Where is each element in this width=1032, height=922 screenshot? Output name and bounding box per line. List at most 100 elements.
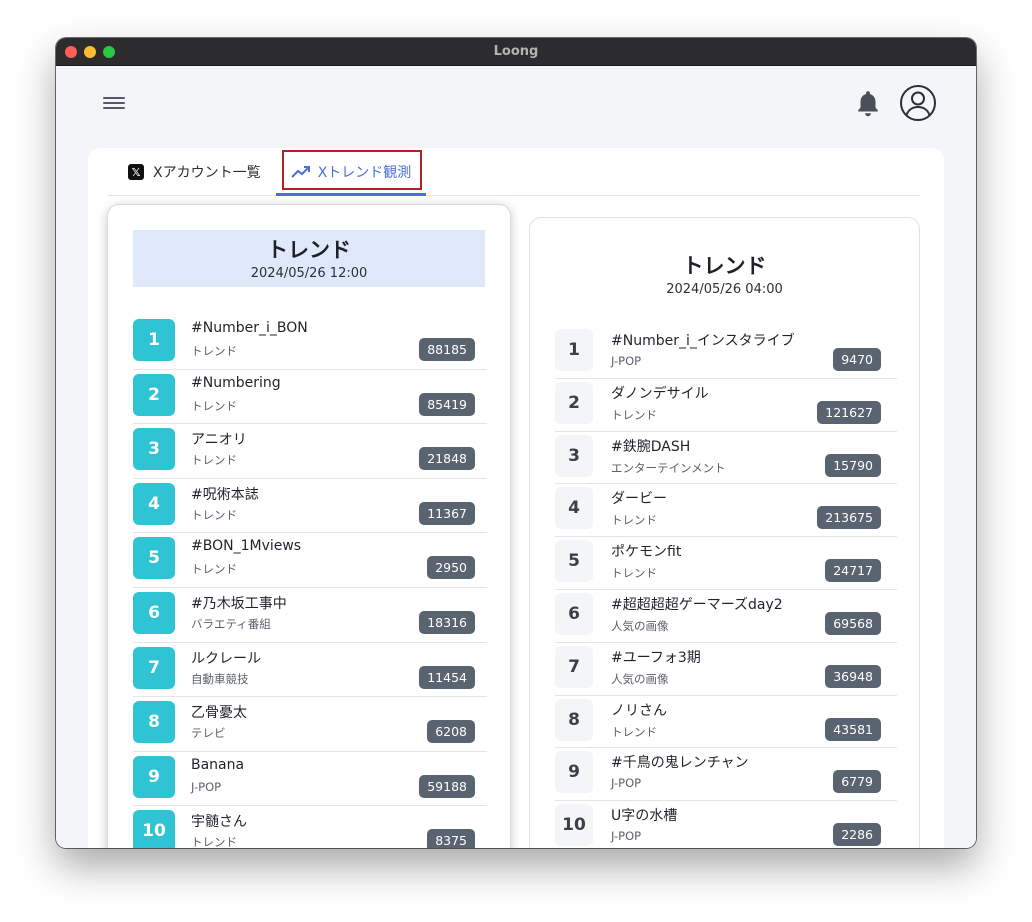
tweet-count-badge: 6779	[833, 770, 881, 794]
trend-row[interactable]: 1 #Number_i_BON トレンド 88185	[133, 315, 487, 370]
tweet-count-badge: 6208	[427, 720, 475, 744]
trend-category: 自動車競技	[191, 671, 249, 686]
trend-row[interactable]: 7 ルクレール 自動車競技 11454	[133, 643, 487, 698]
card-header: トレンド 2024/05/26 12:00	[133, 230, 485, 287]
tweet-count-badge: 11454	[419, 665, 475, 689]
trend-name: ポケモンfit	[611, 544, 682, 561]
rank-badge: 9	[555, 751, 593, 794]
trend-category: トレンド	[191, 562, 237, 577]
trend-name: アニオリ	[191, 432, 247, 449]
rank-badge: 7	[133, 646, 175, 689]
trend-category: トレンド	[611, 407, 657, 422]
trend-row[interactable]: 2 ダノンデサイル トレンド 121627	[555, 379, 897, 432]
main-panel: 𝕏 Xアカウント一覧 Xトレンド観測 トレンド 2024/05/26 12:00…	[88, 148, 944, 848]
app-window: Loong 𝕏 Xアカウント一覧 Xトレンド観測 トレンド 2024/05/26…	[56, 38, 976, 848]
tab-x-trends[interactable]: Xトレンド観測	[276, 148, 426, 196]
tweet-count-badge: 121627	[817, 400, 881, 424]
tweet-count-badge: 2286	[833, 823, 881, 847]
tweet-count-badge: 9470	[833, 348, 881, 371]
trend-row[interactable]: 4 ダービー トレンド 213675	[555, 484, 897, 538]
trend-card-current: トレンド 2024/05/26 12:00 1 #Number_i_BON トレンド…	[107, 204, 511, 848]
trend-category: トレンド	[611, 566, 657, 581]
rank-badge: 2	[555, 381, 593, 424]
tweet-count-badge: 213675	[817, 506, 881, 530]
rank-badge: 5	[133, 537, 175, 580]
tweet-count-badge: 36948	[825, 664, 881, 688]
trend-name: U字の水槽	[611, 808, 678, 825]
tab-label: Xトレンド観測	[317, 165, 412, 181]
trend-row[interactable]: 7 #ユーフォ3期 人気の画像 36948	[555, 643, 897, 696]
trend-row[interactable]: 9 Banana J-POP 59188	[133, 752, 487, 807]
rank-badge: 10	[133, 810, 175, 848]
trend-name: #呪術本誌	[191, 486, 259, 503]
trend-row[interactable]: 8 ノリさんトレンド 43581	[555, 696, 897, 749]
rank-badge: 4	[133, 482, 175, 525]
tweet-count-badge: 24717	[825, 559, 881, 583]
rank-badge: 4	[555, 487, 593, 530]
active-tab-indicator	[276, 193, 426, 196]
trend-row[interactable]: 10 宇髄さんトレンド 8375	[133, 806, 487, 848]
trend-card-previous: トレンド 2024/05/26 04:00 1 #Number_i_インスタライブ…	[529, 217, 920, 848]
trend-category: 人気の画像	[611, 671, 669, 686]
rank-badge: 8	[555, 698, 593, 741]
tab-x-accounts[interactable]: 𝕏 Xアカウント一覧	[128, 148, 261, 196]
rank-badge: 5	[555, 540, 593, 583]
trend-row[interactable]: 10 U字の水槽 J-POP 2286	[555, 801, 897, 848]
trend-name: #千鳥の鬼レンチャン	[611, 755, 749, 772]
trend-row[interactable]: 3 アニオリ トレンド 21848	[133, 424, 487, 479]
rank-badge: 10	[555, 804, 593, 847]
window-title: Loong	[493, 44, 539, 59]
tweet-count-badge: 69568	[825, 611, 881, 635]
trend-category: トレンド	[191, 398, 237, 413]
bell-icon[interactable]	[854, 89, 882, 119]
trend-row[interactable]: 2 #Numbering トレンド 85419	[133, 370, 487, 425]
tweet-count-badge: 2950	[427, 556, 475, 580]
trend-category: トレンド	[191, 835, 237, 848]
trend-category: トレンド	[191, 453, 237, 468]
trend-row[interactable]: 5 ポケモンfit トレンド 24717	[555, 537, 897, 590]
trend-name: #Numbering	[191, 374, 281, 391]
title-bar: Loong	[56, 38, 976, 66]
card-datetime: 2024/05/26 04:00	[666, 282, 783, 297]
app-content: 𝕏 Xアカウント一覧 Xトレンド観測 トレンド 2024/05/26 12:00…	[56, 67, 976, 848]
hamburger-icon[interactable]	[103, 94, 125, 112]
user-avatar-icon[interactable]	[899, 84, 937, 122]
trend-row[interactable]: 6 #乃木坂工事中 バラエティ番組 18316	[133, 588, 487, 643]
trend-name: 乙骨憂太	[191, 705, 247, 722]
trend-row[interactable]: 4 #呪術本誌 トレンド 11367	[133, 479, 487, 534]
tab-bar: 𝕏 Xアカウント一覧 Xトレンド観測	[108, 148, 920, 196]
card-header: トレンド 2024/05/26 04:00	[530, 246, 919, 297]
trending-up-icon	[290, 166, 310, 178]
trend-row[interactable]: 3 #鉄腕DASH エンターテインメント 15790	[555, 432, 897, 485]
tweet-count-badge: 43581	[825, 717, 881, 741]
trend-row[interactable]: 5 #BON_1Mviews トレンド 2950	[133, 533, 487, 588]
rank-badge: 1	[133, 319, 175, 361]
trend-name: ダービー	[611, 491, 667, 508]
trend-name: 宇髄さん	[191, 814, 247, 831]
trend-row[interactable]: 9 #千鳥の鬼レンチャン J-POP 6779	[555, 748, 897, 802]
x-logo-icon: 𝕏	[128, 164, 144, 180]
trend-name: #乃木坂工事中	[191, 595, 287, 612]
trend-category: トレンド	[611, 724, 657, 739]
trend-name: #鉄腕DASH	[611, 438, 691, 455]
trend-category: トレンド	[191, 344, 237, 358]
rank-badge: 6	[133, 591, 175, 634]
trend-category: J-POP	[611, 354, 642, 368]
trend-name: #Number_i_BON	[191, 320, 308, 336]
tweet-count-badge: 88185	[419, 338, 475, 361]
tweet-count-badge: 8375	[427, 829, 475, 848]
tweet-count-badge: 59188	[419, 774, 475, 798]
trend-row[interactable]: 8 乙骨憂太 テレビ 6208	[133, 697, 487, 752]
trend-name: Banana	[191, 756, 245, 773]
trend-row[interactable]: 6 #超超超超ゲーマーズday2 人気の画像 69568	[555, 590, 897, 643]
trend-name: #ユーフォ3期	[611, 649, 701, 666]
rank-badge: 1	[555, 329, 593, 371]
trend-category: エンターテインメント	[611, 460, 726, 475]
trend-name: #超超超超ゲーマーズday2	[611, 596, 783, 613]
trend-row[interactable]: 1 #Number_i_インスタライブ J-POP 9470	[555, 326, 897, 379]
tweet-count-badge: 85419	[419, 392, 475, 416]
trend-name: #BON_1Mviews	[191, 538, 302, 555]
trend-name: ノリさん	[611, 702, 667, 719]
trend-list: 1 #Number_i_BON トレンド 88185 2 #Numbering トレンド 85…	[133, 315, 487, 848]
trend-category: 人気の画像	[611, 618, 669, 633]
